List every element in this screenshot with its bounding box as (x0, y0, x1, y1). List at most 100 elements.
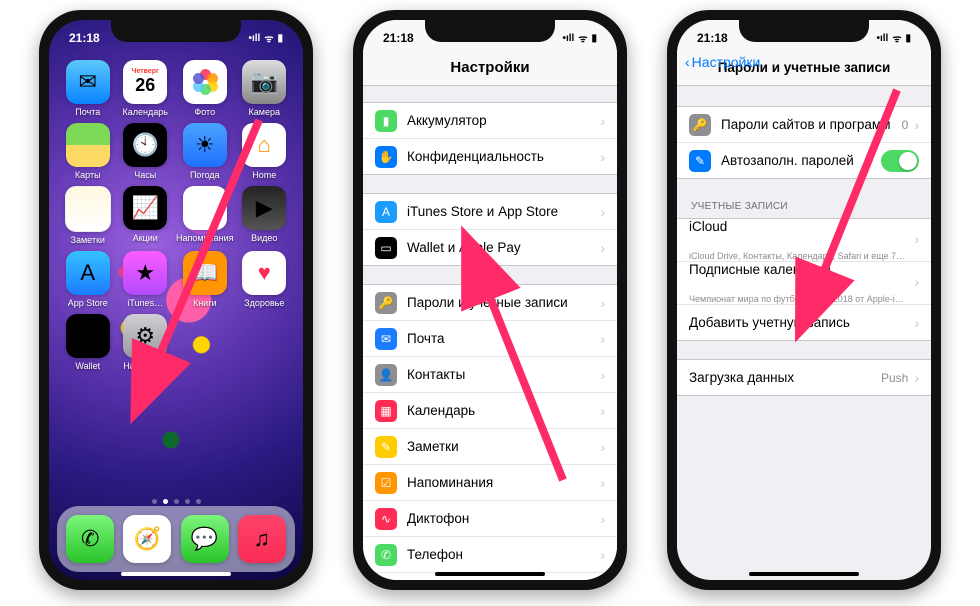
settings-row[interactable]: AiTunes Store и App Store› (363, 194, 617, 229)
back-button[interactable]: ‹ Настройки (685, 54, 760, 70)
status-time: 21:18 (69, 31, 100, 45)
settings-row[interactable]: ▦Календарь› (363, 392, 617, 428)
app-label: Видео (251, 233, 277, 243)
status-time: 21:18 (383, 31, 414, 45)
chevron-right-icon: › (600, 149, 605, 165)
chevron-right-icon: › (600, 113, 605, 129)
settings-row[interactable]: 👤Контакты› (363, 356, 617, 392)
signal-icon: •ıll (249, 33, 261, 44)
row-label: Добавить учетную запись (689, 315, 908, 330)
health-icon: ♥ (242, 251, 286, 295)
settings-row[interactable]: ✎Автозаполн. паролей (677, 142, 931, 178)
row-label: Контакты (407, 367, 594, 382)
app-video[interactable]: ▶︎Видео (237, 186, 291, 245)
battery-icon: ▮ (277, 33, 283, 44)
app-label: Настройки (123, 361, 167, 371)
status-right: •ıll ᯤ ▮ (249, 31, 284, 45)
settings-row[interactable]: ✋Конфиденциальность› (363, 138, 617, 174)
account-row[interactable]: Добавить учетную запись› (677, 304, 931, 340)
chevron-right-icon: › (914, 231, 919, 247)
dock-phone[interactable]: ✆ (66, 515, 114, 563)
row-label: Аккумулятор (407, 113, 594, 128)
chevron-left-icon: ‹ (685, 54, 690, 70)
row-icon: 🔑 (689, 114, 711, 136)
app-weather[interactable]: ☀︎Погода (176, 123, 233, 180)
row-label: Диктофон (407, 511, 594, 526)
app-itunes[interactable]: ★iTunes… (119, 251, 173, 308)
account-row[interactable]: iCloudiCloud Drive, Контакты, Календари,… (677, 219, 931, 261)
account-row[interactable]: Подписные календариЧемпионат мира по фут… (677, 261, 931, 304)
app-health[interactable]: ♥Здоровье (237, 251, 291, 308)
app-photos[interactable]: Фото (176, 60, 233, 117)
phone-settings-root: 21:18 •ıll ᯤ ▮ Настройки ▮Аккумулятор›✋К… (353, 10, 627, 590)
reminders-icon (183, 186, 227, 230)
notch (739, 20, 869, 42)
row-label: Подписные календари (689, 262, 831, 294)
settings-row[interactable]: ∿ Диктофон › (363, 500, 617, 536)
settings-row[interactable]: Загрузка данныхPush› (677, 360, 931, 395)
accounts-list[interactable]: 🔑Пароли сайтов и программ0›✎Автозаполн. … (677, 86, 931, 580)
app-stocks[interactable]: 📈 Акции (119, 186, 173, 245)
app-label: Фото (194, 107, 215, 117)
settings-list[interactable]: ▮Аккумулятор›✋Конфиденциальность›AiTunes… (363, 86, 617, 580)
app-maps[interactable]: Карты (61, 123, 115, 180)
itunes-icon: ★ (123, 251, 167, 295)
row-label: iCloud (689, 219, 727, 251)
app-books[interactable]: 📖Книги (176, 251, 233, 308)
chevron-right-icon: › (600, 547, 605, 563)
dock-safari[interactable]: 🧭 (123, 515, 171, 563)
settings-row[interactable]: ☑Напоминания› (363, 464, 617, 500)
status-right: •ıll ᯤ ▮ (563, 31, 598, 45)
notch (425, 20, 555, 42)
row-label: iTunes Store и App Store (407, 204, 594, 219)
app-reminders[interactable]: Напоминания (176, 186, 233, 245)
app-mail[interactable]: ✉︎ Почта (61, 60, 115, 117)
app-calendar[interactable]: Четверг26Календарь (119, 60, 173, 117)
settings-row[interactable]: 🔑Пароли сайтов и программ0› (677, 107, 931, 142)
row-icon: ▭ (375, 237, 397, 259)
settings-row[interactable]: ✆Телефон› (363, 536, 617, 572)
app-notes[interactable]: Заметки (61, 186, 115, 245)
settings-row[interactable]: ✎Заметки› (363, 428, 617, 464)
row-icon: ∿ (375, 508, 397, 530)
app-home[interactable]: ⌂Home (237, 123, 291, 180)
settings-row[interactable]: ✉︎Почта› (363, 320, 617, 356)
app-label: Почта (75, 107, 100, 117)
app-clock[interactable]: 🕙Часы (119, 123, 173, 180)
battery-icon: ▮ (591, 33, 597, 44)
settings-row[interactable]: ▭Wallet и Apple Pay› (363, 229, 617, 265)
app-label: Календарь (123, 107, 168, 117)
app-label: Акции (133, 233, 158, 243)
chevron-right-icon: › (600, 475, 605, 491)
settings-row[interactable]: ▮Аккумулятор› (363, 103, 617, 138)
row-icon: 💬 (375, 580, 397, 581)
home-indicator (121, 572, 231, 576)
wifi-icon: ᯤ (578, 31, 587, 45)
settings-row[interactable]: 🔑Пароли и учетные записи› (363, 285, 617, 320)
row-sub: Чемпионат мира по футболу FIFA 2018 от A… (689, 295, 904, 304)
mail-icon: ✉︎ (66, 60, 110, 104)
dock-music[interactable]: ♫ (238, 515, 286, 563)
row-label: Телефон (407, 547, 594, 562)
app-settings[interactable]: ⚙︎Настройки (119, 314, 173, 371)
app-camera[interactable]: 📷Камера (237, 60, 291, 117)
clock-icon: 🕙 (123, 123, 167, 167)
wifi-icon: ᯤ (892, 31, 901, 45)
phone-accounts: 21:18 •ıll ᯤ ▮ ‹ Настройки Пароли и учет… (667, 10, 941, 590)
app-appstore[interactable]: AApp Store (61, 251, 115, 308)
dock-messages[interactable]: 💬 (181, 515, 229, 563)
phone-home: 21:18 •ıll ᯤ ▮ ✉︎ Почта Четверг26Календарь… (39, 10, 313, 590)
app-wallet[interactable]: 🗂Wallet (61, 314, 115, 371)
maps-icon (66, 123, 110, 167)
row-label: Пароли и учетные записи (407, 295, 594, 310)
app-label: Книги (193, 298, 217, 308)
row-label: Пароли сайтов и программ (721, 117, 902, 132)
row-label: Напоминания (407, 475, 594, 490)
wifi-icon: ᯤ (264, 31, 273, 45)
row-label: Почта (407, 331, 594, 346)
row-label: Конфиденциальность (407, 149, 594, 164)
chevron-right-icon: › (600, 511, 605, 527)
chevron-right-icon: › (600, 204, 605, 220)
stocks-icon: 📈 (123, 186, 167, 230)
toggle[interactable] (881, 150, 919, 172)
